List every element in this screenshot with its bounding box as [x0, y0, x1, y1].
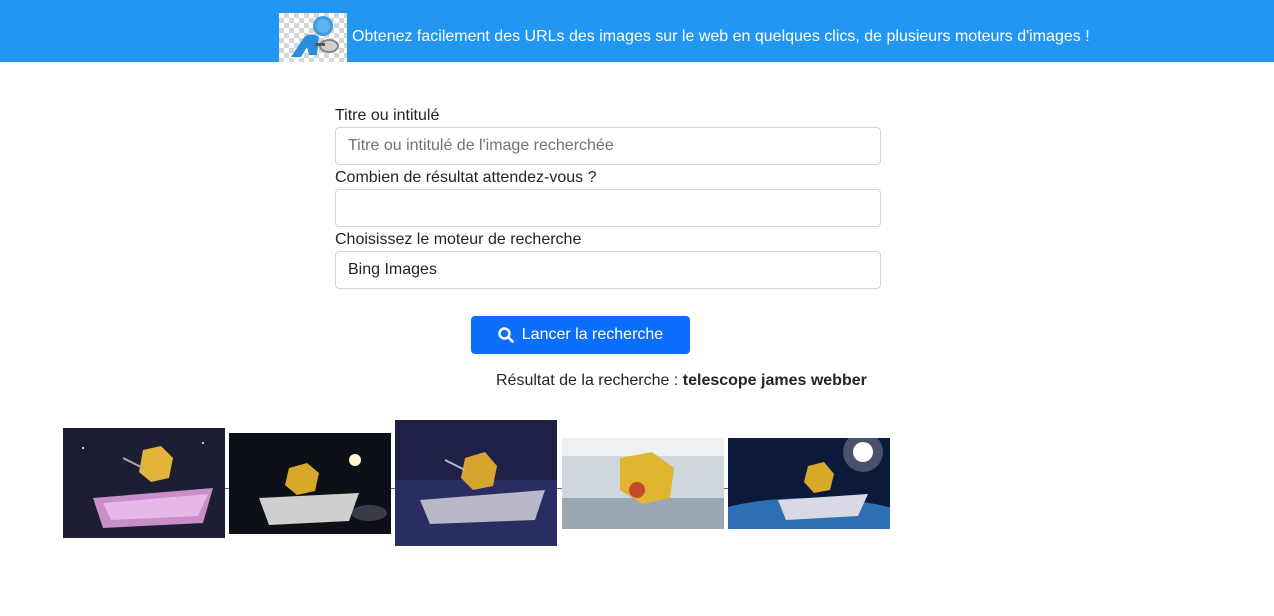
engine-select[interactable]: [335, 251, 881, 289]
engine-label: Choisissez le moteur de recherche: [335, 231, 582, 248]
count-label: Combien de résultat attendez-vous ?: [335, 169, 597, 186]
result-image-5[interactable]: [728, 438, 890, 529]
person-magnifier-logo-icon: [279, 13, 347, 62]
result-image-3[interactable]: [395, 420, 557, 546]
result-query: telescope james webber: [682, 372, 867, 389]
header-tagline: Obtenez facilement des URLs des images s…: [352, 28, 1090, 45]
search-button[interactable]: Lancer la recherche: [471, 316, 690, 354]
result-image-2[interactable]: [229, 433, 391, 534]
result-image-1[interactable]: [63, 428, 225, 538]
count-input[interactable]: [335, 189, 881, 227]
result-image-4[interactable]: [562, 438, 724, 529]
title-input[interactable]: [335, 127, 881, 165]
search-result-line: Résultat de la recherche : telescope jam…: [496, 371, 867, 391]
search-button-label: Lancer la recherche: [521, 326, 664, 343]
result-prefix: Résultat de la recherche :: [496, 372, 683, 389]
title-label: Titre ou intitulé: [335, 107, 440, 124]
search-icon: [498, 327, 514, 343]
